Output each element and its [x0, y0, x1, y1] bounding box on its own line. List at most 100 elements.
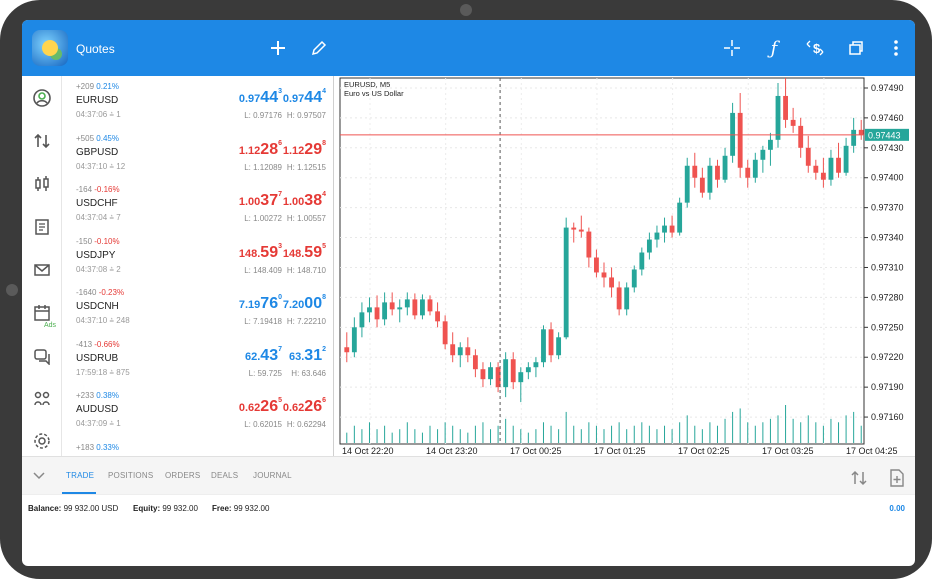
- spread-icon: ⩮: [109, 213, 115, 222]
- bid-price[interactable]: 7.19760: [239, 294, 282, 313]
- bid-prefix: 0.97: [238, 93, 261, 105]
- ask-pips: 59: [304, 243, 323, 261]
- candle-body: [820, 172, 826, 180]
- symbol-name: USDJPY: [76, 249, 116, 261]
- candle-body: [843, 145, 849, 173]
- quotes-nav-icon[interactable]: [30, 86, 54, 110]
- symbol-name: GBPUSD: [76, 146, 119, 158]
- top-app-bar: Quotes ƒ $: [22, 20, 915, 76]
- ask-price[interactable]: 0.62266: [283, 397, 326, 416]
- ask-price[interactable]: 1.00384: [283, 191, 326, 210]
- quote-time: 04:37:04: [76, 213, 108, 222]
- terminal-tabs: TRADE POSITIONS ORDERS DEALS JOURNAL: [22, 456, 915, 495]
- high-price: H: 0.62294: [286, 420, 326, 429]
- equity-value: 99 932.00: [162, 504, 198, 513]
- tab-orders[interactable]: ORDERS: [165, 471, 200, 480]
- tab-positions[interactable]: POSITIONS: [108, 471, 153, 480]
- community-icon[interactable]: [30, 387, 54, 411]
- quote-row[interactable]: +233 0.38% AUDUSD 04:37:09 ⩮ 1 0.62265 0.622…: [62, 385, 333, 437]
- quote-row[interactable]: +183 0.33%: [62, 437, 333, 457]
- tab-trade[interactable]: TRADE: [66, 471, 94, 480]
- quote-row[interactable]: +505 0.45% GBPUSD 04:37:10 ⩮ 12 1.12286 1.12…: [62, 128, 333, 180]
- candle-body: [616, 287, 622, 310]
- quote-change: +233 0.38%: [76, 391, 119, 400]
- bid-fraction: 6: [278, 139, 282, 147]
- more-vert-icon[interactable]: [884, 36, 908, 60]
- candlestick-chart[interactable]: 0.97490 0.97460 0.97430 0.97400 0.97370 0.973…: [334, 76, 915, 456]
- candle-body: [594, 257, 599, 273]
- candle-body: [836, 157, 841, 173]
- bid-fraction: 0: [278, 294, 282, 301]
- low-price: L: 1.12089: [244, 162, 282, 172]
- candle-body: [624, 287, 630, 310]
- candle-body: [465, 347, 471, 356]
- mail-icon[interactable]: [30, 258, 54, 282]
- crosshair-icon[interactable]: [720, 36, 744, 60]
- ask-fraction: 4: [322, 191, 326, 198]
- quote-row[interactable]: -413 -0.66% USDRUB 17:59:18 ⩮ 875 62.437 63.…: [62, 334, 333, 386]
- bid-pips: 28: [260, 140, 279, 158]
- quote-row[interactable]: +209 0.21% EURUSD 04:37:06 ⩮ 1 0.97443 0.974…: [62, 76, 333, 128]
- app-logo[interactable]: [32, 30, 68, 66]
- change-points: +505: [76, 133, 95, 143]
- collapse-chevron-icon[interactable]: [30, 467, 48, 485]
- chat-icon[interactable]: [30, 344, 54, 368]
- spread-icon: ⩮: [109, 110, 115, 119]
- settings-gear-icon[interactable]: [30, 429, 54, 453]
- candle-body: [692, 165, 698, 178]
- free-margin-label: Free:: [212, 504, 232, 513]
- chart-nav-icon[interactable]: [30, 172, 54, 196]
- ask-fraction: 2: [322, 345, 326, 353]
- quote-row[interactable]: -1640 -0.23% USDCNH 04:37:10 ⩮ 248 7.19760 7…: [62, 282, 333, 334]
- ask-price[interactable]: 7.20008: [283, 294, 326, 313]
- ask-price[interactable]: 148.595: [283, 242, 326, 262]
- spread-icon: ⩮: [109, 316, 115, 325]
- candle-body: [556, 337, 562, 356]
- candle-body: [510, 359, 516, 383]
- ask-price[interactable]: 1.12298: [283, 140, 326, 159]
- bid-price[interactable]: 62.437: [245, 346, 282, 365]
- quote-spread: 248: [116, 316, 130, 325]
- bid-price[interactable]: 148.593: [239, 243, 282, 262]
- candle-body: [420, 299, 425, 316]
- x-tick-label: 17 Oct 02:25: [678, 446, 730, 456]
- sort-icon[interactable]: [850, 469, 868, 487]
- bid-price[interactable]: 0.97443: [238, 88, 282, 107]
- candle-body: [813, 165, 819, 173]
- candle-body: [351, 327, 357, 353]
- function-icon[interactable]: ƒ: [762, 36, 786, 60]
- candle-body: [533, 362, 539, 368]
- bid-prefix: 62.: [245, 350, 261, 363]
- ask-fraction: 5: [322, 242, 326, 250]
- trade-arrows-icon[interactable]: [30, 129, 54, 153]
- bid-price[interactable]: 1.12286: [239, 139, 282, 159]
- candle-body: [518, 372, 524, 383]
- ask-pips: 44: [304, 89, 323, 106]
- windows-icon[interactable]: [844, 36, 868, 60]
- change-percent: -0.66%: [94, 339, 120, 349]
- ask-pips: 26: [304, 398, 323, 415]
- pencil-icon[interactable]: [307, 36, 331, 60]
- quote-spread: 875: [116, 367, 130, 377]
- bid-price[interactable]: 1.00377: [239, 191, 282, 210]
- tab-deals[interactable]: DEALS: [211, 471, 238, 480]
- x-tick-label: 17 Oct 01:25: [594, 446, 646, 456]
- ask-fraction: 6: [322, 397, 326, 404]
- price-chart[interactable]: 0.97490 0.97460 0.97430 0.97400 0.97370 0.973…: [334, 76, 915, 456]
- bid-price[interactable]: 0.62265: [239, 397, 282, 416]
- quote-row[interactable]: -164 -0.16% USDCHF 04:37:04 ⩮ 7 1.00377 1.00…: [62, 179, 333, 231]
- plus-icon[interactable]: [266, 36, 290, 60]
- y-tick-label: 0.97400: [871, 173, 904, 183]
- candle-body: [783, 95, 788, 120]
- quote-row[interactable]: -150 -0.10% USDJPY 04:37:08 ⩮ 2 148.593 148.…: [62, 231, 333, 283]
- quote-change: +505 0.45%: [76, 134, 119, 143]
- history-nav-icon[interactable]: [30, 215, 54, 239]
- tab-journal[interactable]: JOURNAL: [253, 471, 292, 480]
- candle-body: [586, 231, 592, 258]
- candle-body: [382, 302, 388, 320]
- dollar-chart-icon[interactable]: $: [803, 36, 827, 60]
- new-order-icon[interactable]: [888, 469, 906, 487]
- ask-price[interactable]: 63.312: [289, 345, 326, 365]
- candle-body: [715, 165, 720, 180]
- ask-price[interactable]: 0.97444: [283, 88, 326, 107]
